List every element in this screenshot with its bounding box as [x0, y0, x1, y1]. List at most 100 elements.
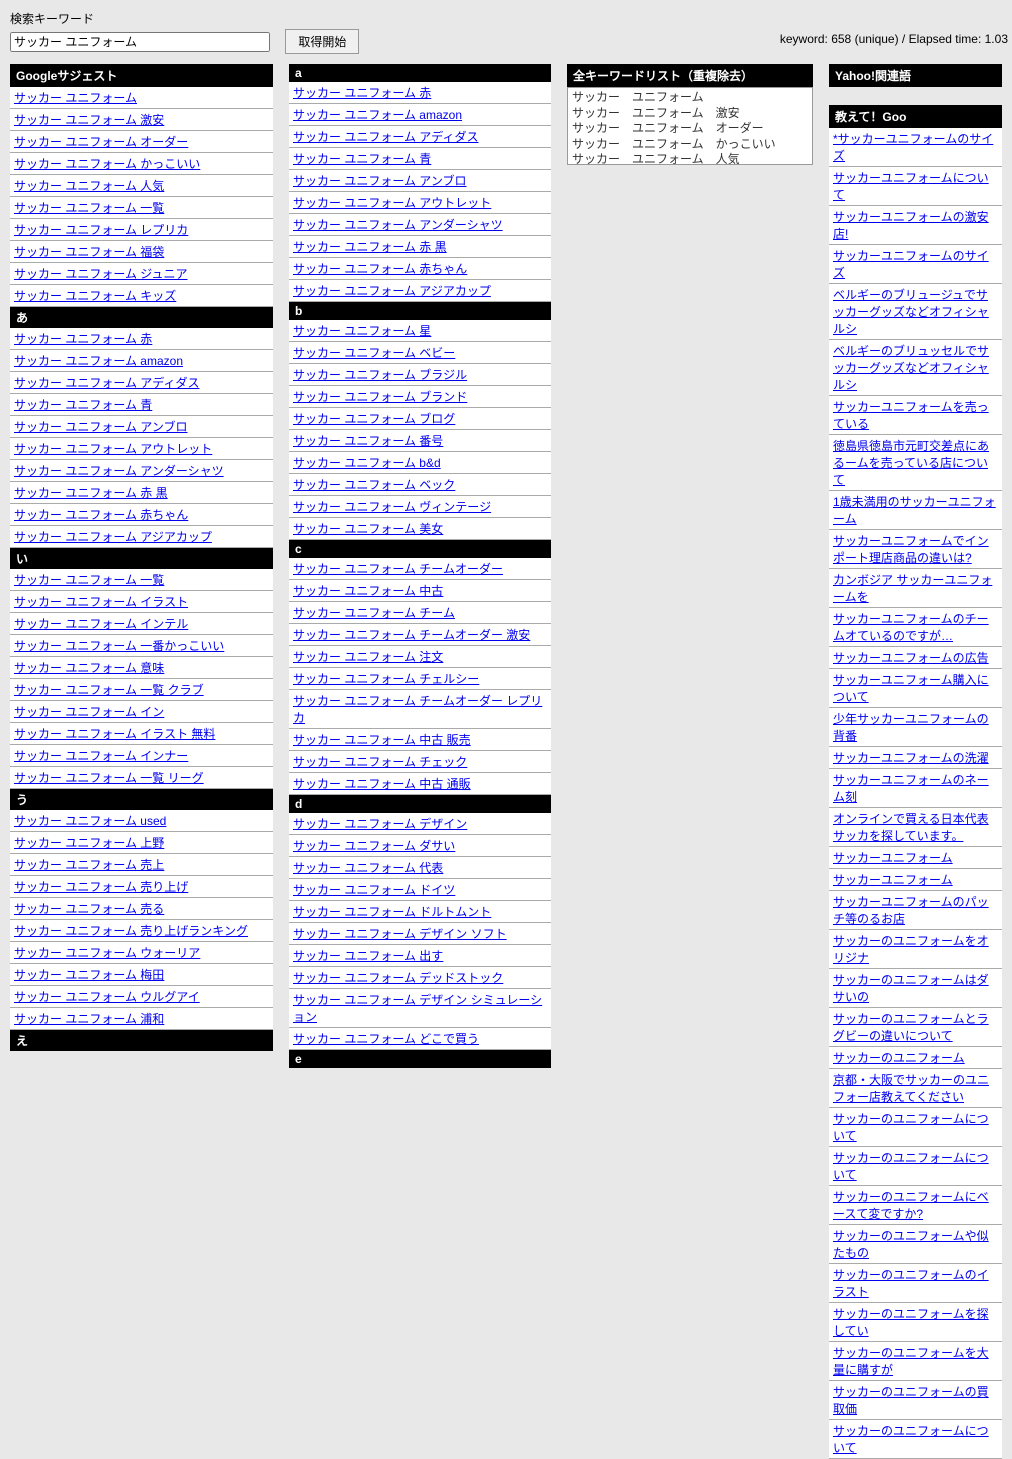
keyword-link[interactable]: サッカー ユニフォーム 赤	[293, 86, 431, 100]
keyword-link[interactable]: サッカー ユニフォーム 一覧 リーグ	[14, 771, 204, 785]
keyword-link[interactable]: サッカー ユニフォーム 赤ちゃん	[293, 262, 467, 276]
keyword-link[interactable]: サッカーのユニフォームのイラスト	[833, 1268, 989, 1299]
keyword-link[interactable]: サッカー ユニフォーム 美女	[293, 522, 443, 536]
keyword-link[interactable]: サッカー ユニフォーム デザイン	[293, 817, 467, 831]
keyword-link[interactable]: サッカー ユニフォーム かっこいい	[14, 157, 200, 171]
keyword-link[interactable]: サッカー ユニフォーム 星	[293, 324, 431, 338]
keyword-link[interactable]: サッカー ユニフォーム ドルトムント	[293, 905, 491, 919]
keyword-link[interactable]: サッカー ユニフォーム 中古 通販	[293, 777, 471, 791]
keyword-link[interactable]: サッカーユニフォーム購入について	[833, 673, 989, 704]
keyword-link[interactable]: サッカーのユニフォームはダサいの	[833, 973, 989, 1004]
keyword-link[interactable]: サッカー ユニフォーム インナー	[14, 749, 188, 763]
keyword-link[interactable]: サッカーユニフォームの広告	[833, 651, 989, 665]
keyword-link[interactable]: サッカー ユニフォーム 浦和	[14, 1012, 164, 1026]
keyword-link[interactable]: サッカーのユニフォームを探してい	[833, 1307, 989, 1338]
keyword-link[interactable]: サッカー ユニフォーム 一番かっこいい	[14, 639, 224, 653]
keyword-link[interactable]: サッカー ユニフォーム チームオーダー	[293, 562, 503, 576]
keyword-link[interactable]: サッカー ユニフォーム 意味	[14, 661, 164, 675]
keyword-link[interactable]: サッカー ユニフォーム チェック	[293, 755, 467, 769]
keyword-link[interactable]: サッカー ユニフォーム チェルシー	[293, 672, 479, 686]
keyword-link[interactable]: オンラインで買える日本代表サッカを探しています。	[833, 812, 989, 843]
keyword-link[interactable]: サッカー ユニフォーム 梅田	[14, 968, 164, 982]
keyword-link[interactable]: サッカー ユニフォーム 青	[293, 152, 431, 166]
keyword-link[interactable]: サッカー ユニフォーム アンダーシャツ	[14, 464, 224, 478]
keyword-link[interactable]: サッカー ユニフォーム ブログ	[293, 412, 455, 426]
keyword-link[interactable]: サッカー ユニフォーム アジアカップ	[14, 530, 212, 544]
keyword-link[interactable]: サッカー ユニフォーム 出す	[293, 949, 443, 963]
keyword-link[interactable]: サッカー ユニフォーム 一覧	[14, 201, 164, 215]
keyword-link[interactable]: サッカーユニフォームのサイズ	[833, 249, 989, 280]
keyword-link[interactable]: サッカー ユニフォーム デッドストック	[293, 971, 503, 985]
keyword-link[interactable]: サッカー ユニフォーム	[14, 91, 137, 105]
keyword-link[interactable]: サッカー ユニフォーム アウトレット	[293, 196, 491, 210]
keyword-link[interactable]: サッカー ユニフォーム ブランド	[293, 390, 467, 404]
keyword-link[interactable]: サッカー ユニフォーム 代表	[293, 861, 443, 875]
keyword-link[interactable]: サッカー ユニフォーム 中古 販売	[293, 733, 471, 747]
keyword-link[interactable]: サッカーユニフォームを売っている	[833, 400, 989, 431]
keyword-link[interactable]: サッカー ユニフォーム オーダー	[14, 135, 188, 149]
keyword-link[interactable]: サッカー ユニフォーム amazon	[14, 354, 183, 368]
keyword-link[interactable]: サッカー ユニフォーム キッズ	[14, 289, 176, 303]
keyword-link[interactable]: サッカーユニフォームについて	[833, 171, 989, 202]
keyword-link[interactable]: サッカー ユニフォーム 激安	[14, 113, 164, 127]
keyword-link[interactable]: サッカーユニフォームのパッチ等のるお店	[833, 895, 989, 926]
keyword-link[interactable]: サッカー ユニフォーム 赤 黒	[293, 240, 447, 254]
keyword-link[interactable]: サッカー ユニフォーム インテル	[14, 617, 188, 631]
keyword-link[interactable]: サッカーのユニフォームにベースて変ですか?	[833, 1190, 989, 1221]
keyword-link[interactable]: サッカーユニフォーム	[833, 873, 953, 887]
keyword-link[interactable]: サッカー ユニフォーム 上野	[14, 836, 164, 850]
keyword-link[interactable]: サッカーのユニフォームについて	[833, 1151, 989, 1182]
keyword-link[interactable]: サッカー ユニフォーム イラスト	[14, 595, 188, 609]
keyword-link[interactable]: サッカー ユニフォーム 赤	[14, 332, 152, 346]
keyword-link[interactable]: サッカーユニフォームの激安店!	[833, 210, 989, 241]
keyword-link[interactable]: サッカー ユニフォーム イン	[14, 705, 164, 719]
keyword-link[interactable]: サッカー ユニフォーム アンダーシャツ	[293, 218, 503, 232]
keyword-link[interactable]: サッカー ユニフォーム 中古	[293, 584, 443, 598]
keyword-link[interactable]: サッカー ユニフォーム アジアカップ	[293, 284, 491, 298]
fetch-button[interactable]: 取得開始	[285, 29, 359, 54]
keyword-link[interactable]: サッカーのユニフォームとラグビーの違いについて	[833, 1012, 989, 1043]
keyword-link[interactable]: サッカー ユニフォーム 売り上げランキング	[14, 924, 248, 938]
keyword-link[interactable]: サッカー ユニフォーム チーム	[293, 606, 455, 620]
keyword-link[interactable]: サッカー ユニフォーム amazon	[293, 108, 462, 122]
keyword-link[interactable]: サッカーユニフォーム	[833, 851, 953, 865]
keyword-link[interactable]: 徳島県徳島市元町交差点にあるームを売っている店について	[833, 439, 989, 487]
keyword-link[interactable]: サッカー ユニフォーム ジュニア	[14, 267, 187, 281]
keyword-link[interactable]: カンボジア サッカーユニフォームを	[833, 573, 992, 604]
keyword-link[interactable]: 京都・大阪でサッカーのユニフォー店教えてください	[833, 1073, 989, 1104]
keyword-link[interactable]: サッカー ユニフォーム used	[14, 814, 166, 828]
search-input[interactable]	[10, 32, 270, 52]
keyword-link[interactable]: サッカー ユニフォーム ベビー	[293, 346, 455, 360]
keyword-link[interactable]: サッカー ユニフォーム イラスト 無料	[14, 727, 215, 741]
keyword-link[interactable]: サッカーユニフォームの洗濯	[833, 751, 989, 765]
keyword-link[interactable]: サッカー ユニフォーム 人気	[14, 179, 164, 193]
keyword-link[interactable]: サッカー ユニフォーム 一覧 クラブ	[14, 683, 204, 697]
keyword-link[interactable]: サッカー ユニフォーム チームオーダー 激安	[293, 628, 530, 642]
keyword-link[interactable]: サッカー ユニフォーム ウォーリア	[14, 946, 200, 960]
keyword-link[interactable]: サッカー ユニフォーム 売る	[14, 902, 164, 916]
keyword-link[interactable]: サッカー ユニフォーム 青	[14, 398, 152, 412]
keyword-link[interactable]: 少年サッカーユニフォームの背番	[833, 712, 989, 743]
keyword-link[interactable]: サッカー ユニフォーム アンブロ	[14, 420, 187, 434]
keyword-link[interactable]: サッカー ユニフォーム 一覧	[14, 573, 164, 587]
keyword-link[interactable]: サッカー ユニフォーム 赤 黒	[14, 486, 168, 500]
keyword-link[interactable]: 1歳未満用のサッカーユニフォーム	[833, 495, 996, 526]
keyword-link[interactable]: サッカー ユニフォーム アウトレット	[14, 442, 212, 456]
keyword-link[interactable]: サッカー ユニフォーム チームオーダー レプリカ	[293, 694, 542, 725]
keyword-link[interactable]: サッカー ユニフォーム b&d	[293, 456, 441, 470]
keyword-link[interactable]: サッカー ユニフォーム ベック	[293, 478, 455, 492]
keyword-link[interactable]: サッカー ユニフォーム ブラジル	[293, 368, 467, 382]
keyword-link[interactable]: サッカー ユニフォーム デザイン シミュレーション	[293, 993, 542, 1024]
keyword-link[interactable]: サッカーユニフォームでインポート理店商品の違いは?	[833, 534, 989, 565]
keyword-link[interactable]: サッカーのユニフォーム	[833, 1051, 965, 1065]
keyword-link[interactable]: サッカー ユニフォーム アディダス	[14, 376, 199, 390]
keyword-link[interactable]: サッカーユニフォームのネーム刻	[833, 773, 989, 804]
keyword-link[interactable]: ベルギーのブリュッセルでサッカーグッズなどオフィシャルシ	[833, 344, 989, 392]
keyword-link[interactable]: サッカーのユニフォームや似たもの	[833, 1229, 989, 1260]
keyword-link[interactable]: サッカー ユニフォーム レプリカ	[14, 223, 188, 237]
keyword-link[interactable]: サッカーのユニフォームについて	[833, 1112, 989, 1143]
keyword-link[interactable]: サッカー ユニフォーム 売り上げ	[14, 880, 188, 894]
keyword-link[interactable]: サッカー ユニフォーム ダサい	[293, 839, 455, 853]
keyword-link[interactable]: サッカー ユニフォーム 赤ちゃん	[14, 508, 188, 522]
keyword-link[interactable]: サッカーのユニフォームを大量に購すが	[833, 1346, 989, 1377]
